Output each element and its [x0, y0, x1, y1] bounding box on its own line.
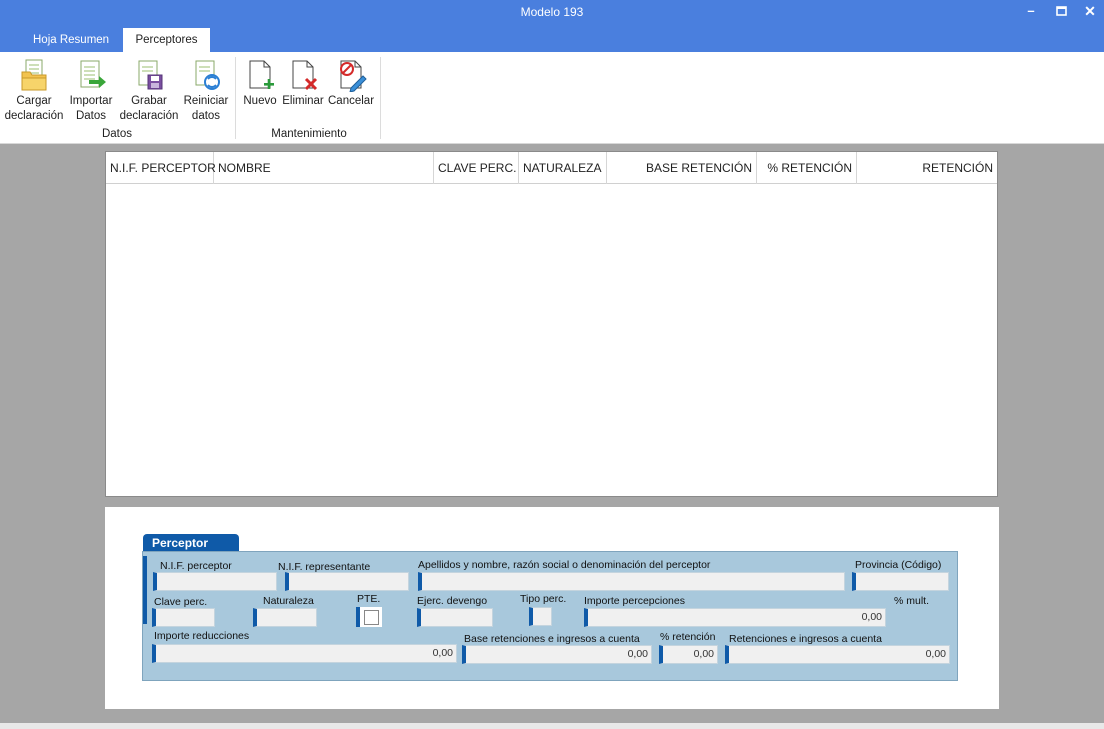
cargar-declaracion-button[interactable]: Cargar declaración	[3, 58, 65, 124]
ejercicio-devengo-input[interactable]	[417, 608, 493, 627]
importar-line1: Importar	[69, 95, 113, 107]
label-pte: PTE.	[357, 593, 381, 605]
tab-perceptores[interactable]: Perceptores	[123, 28, 210, 52]
reiniciar-line1: Reiniciar	[183, 95, 229, 107]
eliminar-label: Eliminar	[282, 95, 324, 107]
eliminar-button[interactable]: Eliminar	[281, 58, 325, 109]
importe-reducciones-input[interactable]: 0,00	[152, 644, 457, 663]
label-pct-retencion: % retención	[660, 631, 716, 643]
clave-perc-input[interactable]	[152, 608, 215, 627]
label-ejercicio: Ejerc. devengo	[417, 595, 488, 607]
new-document-icon	[249, 60, 274, 89]
importar-datos-button[interactable]: Importar Datos	[66, 58, 116, 124]
cancelar-label: Cancelar	[328, 95, 375, 107]
perceptor-fieldset: N.I.F. perceptor N.I.F. representante Ap…	[142, 551, 958, 681]
delete-document-icon	[292, 60, 318, 91]
nif-representante-input[interactable]	[285, 572, 409, 591]
group-label-mantenimiento: Mantenimiento	[271, 128, 347, 140]
reiniciar-line2: datos	[191, 110, 221, 122]
column-header-retencion[interactable]: RETENCIÓN	[857, 152, 997, 184]
ribbon-separator	[380, 57, 381, 139]
label-importe-reducciones: Importe reducciones	[154, 630, 250, 642]
save-disk-icon	[138, 60, 163, 90]
ribbon: Cargar declaración Importar Datos Grabar…	[0, 52, 1104, 144]
column-header-nombre[interactable]: NOMBRE	[214, 152, 434, 184]
importe-percepciones-input[interactable]: 0,00	[584, 608, 886, 627]
maximize-icon[interactable]	[1050, 2, 1072, 20]
label-tipo: Tipo perc.	[520, 593, 567, 605]
naturaleza-input[interactable]	[253, 608, 317, 627]
nuevo-label: Nuevo	[243, 95, 277, 107]
import-arrow-icon	[80, 60, 106, 88]
ribbon-separator	[235, 57, 236, 139]
base-retenciones-input[interactable]: 0,00	[462, 645, 652, 664]
group-label-datos: Datos	[101, 128, 133, 140]
apellidos-nombre-input[interactable]	[418, 572, 845, 591]
label-importe-percepciones: Importe percepciones	[584, 595, 685, 607]
label-provincia: Provincia (Código)	[855, 559, 942, 571]
retenciones-input[interactable]: 0,00	[725, 645, 950, 664]
pte-checkbox[interactable]	[356, 607, 382, 627]
title-bar: Modelo 193 – ✕ Hoja Resumen Perceptores	[0, 0, 1104, 52]
reiniciar-datos-button[interactable]: Reiniciar datos	[182, 58, 230, 124]
label-naturaleza: Naturaleza	[263, 595, 314, 607]
label-pct-mult: % mult.	[894, 595, 930, 607]
fieldset-accent	[143, 556, 147, 624]
grabar-declaracion-button[interactable]: Grabar declaración	[118, 58, 180, 124]
column-header-base-retencion[interactable]: BASE RETENCIÓN	[607, 152, 757, 184]
perceptor-panel: Perceptor N.I.F. perceptor N.I.F. repres…	[105, 507, 999, 709]
label-nif-perceptor: N.I.F. perceptor	[160, 560, 232, 572]
tab-hoja-resumen[interactable]: Hoja Resumen	[20, 28, 122, 52]
provincia-input[interactable]	[852, 572, 949, 591]
label-retenciones: Retenciones e ingresos a cuenta	[729, 633, 882, 645]
minimize-icon[interactable]: –	[1020, 2, 1042, 20]
label-clave: Clave perc.	[154, 596, 208, 608]
importar-line2: Datos	[75, 110, 107, 122]
label-apellidos: Apellidos y nombre, razón social o denom…	[418, 559, 711, 571]
window-title: Modelo 193	[520, 5, 584, 19]
perceptores-grid[interactable]: N.I.F. PERCEPTOR NOMBRE CLAVE PERC. NATU…	[105, 151, 998, 497]
refresh-icon	[195, 60, 220, 90]
pct-retencion-input[interactable]: 0,00	[659, 645, 718, 664]
grabar-line2: declaración	[119, 110, 179, 122]
grabar-line1: Grabar	[131, 95, 167, 107]
column-header-pct-retencion[interactable]: % RETENCIÓN	[757, 152, 857, 184]
cargar-line1: Cargar	[16, 95, 52, 107]
cancelar-button[interactable]: Cancelar	[328, 58, 374, 109]
close-icon[interactable]: ✕	[1079, 2, 1101, 20]
cargar-line2: declaración	[4, 110, 64, 122]
tipo-perc-input[interactable]	[529, 607, 552, 626]
load-folder-icon	[21, 59, 47, 91]
cancel-edit-icon	[340, 60, 367, 92]
section-title-perceptor: Perceptor	[143, 534, 239, 552]
column-header-clave[interactable]: CLAVE PERC.	[434, 152, 519, 184]
label-base-retenciones: Base retenciones e ingresos a cuenta	[464, 633, 640, 645]
nif-perceptor-input[interactable]	[153, 572, 277, 591]
nuevo-button[interactable]: Nuevo	[241, 58, 279, 109]
column-header-nif[interactable]: N.I.F. PERCEPTOR	[106, 152, 216, 184]
status-bar	[0, 723, 1104, 729]
column-header-naturaleza[interactable]: NATURALEZA	[519, 152, 607, 184]
grid-header: N.I.F. PERCEPTOR NOMBRE CLAVE PERC. NATU…	[106, 152, 997, 184]
